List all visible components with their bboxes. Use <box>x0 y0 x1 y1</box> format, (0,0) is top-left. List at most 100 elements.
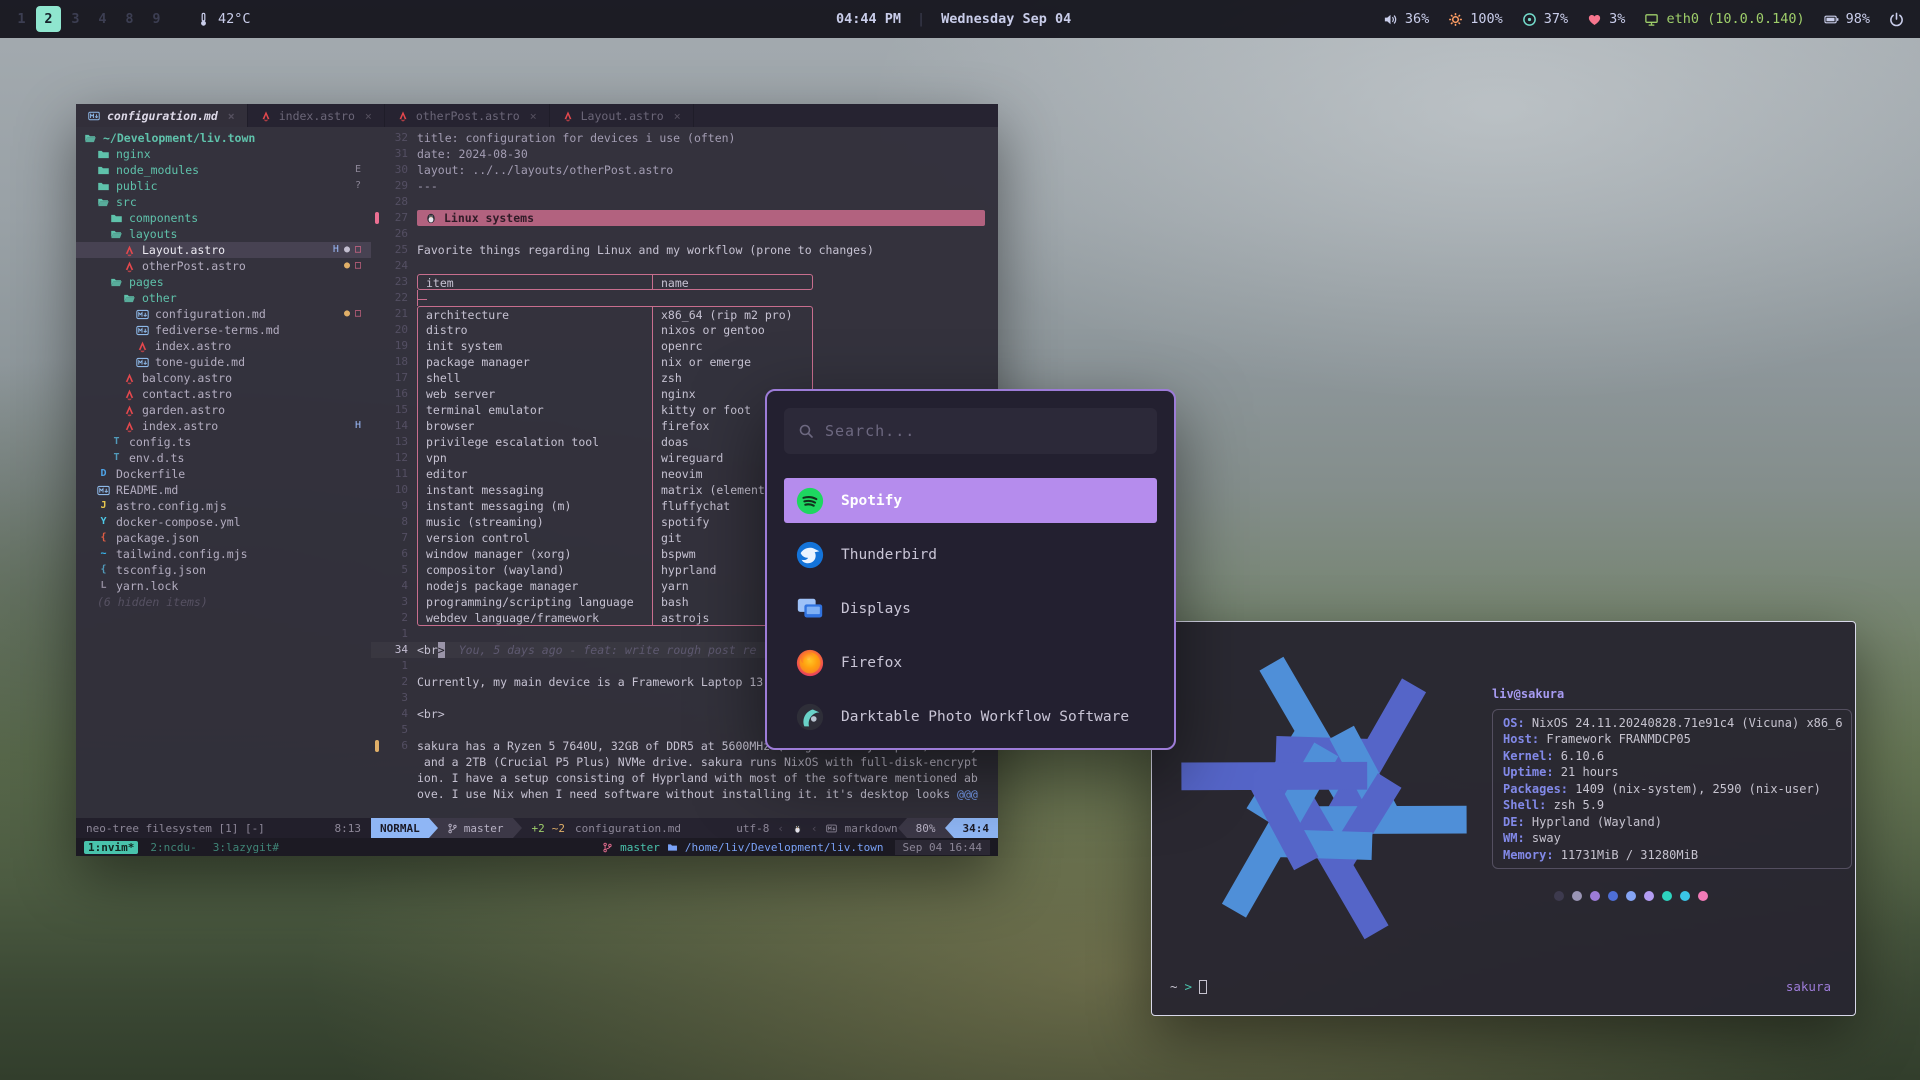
tree-item-contact.astro[interactable]: contact.astro <box>76 386 371 402</box>
launcher-item-Darktable Photo Workflow Software[interactable]: Darktable Photo Workflow Software <box>784 694 1157 739</box>
fetch-info-row: Uptime: 21 hours <box>1503 764 1841 781</box>
fetch-terminal[interactable]: liv@sakura OS: NixOS 24.11.20240828.71e9… <box>1151 621 1856 1016</box>
app-launcher: Spotify Thunderbird Displays Firefox Darktab… <box>765 389 1176 750</box>
workspace-3[interactable]: 3 <box>63 6 88 32</box>
cpu-module[interactable]: 100% <box>1448 11 1503 27</box>
power-button[interactable] <box>1889 12 1904 27</box>
thermometer-icon <box>196 12 211 27</box>
network-module[interactable]: eth0 (10.0.0.140) <box>1644 11 1804 27</box>
tree-item-docker-compose.yml[interactable]: Ydocker-compose.yml <box>76 514 371 530</box>
tree-item-otherPost.astro[interactable]: otherPost.astro●□ <box>76 258 371 274</box>
workspace-1[interactable]: 1 <box>9 6 34 32</box>
tree-item-yarn.lock[interactable]: Lyarn.lock <box>76 578 371 594</box>
workspace-9[interactable]: 9 <box>144 6 169 32</box>
tree-item-public[interactable]: public? <box>76 178 371 194</box>
launcher-item-Firefox[interactable]: Firefox <box>784 640 1157 685</box>
tree-item-other[interactable]: other <box>76 290 371 306</box>
tree-item-astro.config.mjs[interactable]: Jastro.config.mjs <box>76 498 371 514</box>
tree-item-package.json[interactable]: {package.json <box>76 530 371 546</box>
git-status-markers: E <box>355 162 371 178</box>
fetch-info-row: Packages: 1409 (nix-system), 2590 (nix-u… <box>1503 781 1841 798</box>
tmux-window-1:nvim*[interactable]: 1:nvim* <box>84 841 138 854</box>
tab-close-icon[interactable]: × <box>365 109 372 123</box>
tree-item-tailwind.config.mjs[interactable]: ~tailwind.config.mjs <box>76 546 371 562</box>
tree-item-Dockerfile[interactable]: DDockerfile <box>76 466 371 482</box>
tree-item-index.astro[interactable]: index.astroH <box>76 418 371 434</box>
tab-index.astro[interactable]: index.astro× <box>248 104 385 127</box>
tree-item-src[interactable]: src <box>76 194 371 210</box>
tree-item-components[interactable]: components <box>76 210 371 226</box>
fetch-info-row: DE: Hyprland (Wayland) <box>1503 814 1841 831</box>
memory-module[interactable]: 37% <box>1522 11 1568 27</box>
branch-icon <box>602 842 613 853</box>
search-box[interactable] <box>784 408 1157 454</box>
tree-item-env.d.ts[interactable]: Tenv.d.ts <box>76 450 371 466</box>
tree-item-Layout.astro[interactable]: Layout.astroH●□ <box>76 242 371 258</box>
astro-icon <box>123 420 136 433</box>
branch-icon <box>447 823 458 834</box>
tree-item-layouts[interactable]: layouts <box>76 226 371 242</box>
tmux-window-3:lazygit#[interactable]: 3:lazygit# <box>209 841 283 854</box>
buffer-line: 26 <box>371 226 998 242</box>
md-table-cell: terminal emulator <box>417 402 653 418</box>
fetch-info-box: OS: NixOS 24.11.20240828.71e91c4 (Vicuna… <box>1492 709 1852 870</box>
temperature-module[interactable]: 42°C <box>196 11 251 27</box>
volume-module[interactable]: 36% <box>1383 11 1429 27</box>
cursor-position: 34:4 <box>954 818 999 838</box>
tab-configuration.md[interactable]: configuration.md× <box>76 104 248 127</box>
buffer-line: 21architecturex86_64 (rip m2 pro) <box>371 306 998 322</box>
launcher-item-Displays[interactable]: Displays <box>784 586 1157 631</box>
tree-item-tone-guide.md[interactable]: tone-guide.md <box>76 354 371 370</box>
folder-open-icon <box>123 292 136 305</box>
tab-close-icon[interactable]: × <box>228 109 235 123</box>
tree-item-nginx[interactable]: nginx <box>76 146 371 162</box>
workspace-4[interactable]: 4 <box>90 6 115 32</box>
buffer-line: 28 <box>371 194 998 210</box>
search-input[interactable] <box>825 422 1143 440</box>
power-icon <box>1889 12 1904 27</box>
statusline-separator: ‹ <box>777 822 784 835</box>
git-blame-annotation: You, 5 days ago - feat: write rough post… <box>459 642 757 658</box>
md-table-cell: openrc <box>653 338 813 354</box>
load-module[interactable]: 3% <box>1587 11 1625 27</box>
file-tree[interactable]: ~/Development/liv.townnginxnode_modulesE… <box>76 127 371 818</box>
tree-root[interactable]: ~/Development/liv.town <box>76 130 371 146</box>
folder-open-icon <box>97 196 110 209</box>
tab-Layout.astro[interactable]: Layout.astro× <box>550 104 694 127</box>
volume-icon <box>1383 12 1398 27</box>
launcher-item-label: Darktable Photo Workflow Software <box>841 709 1129 725</box>
markdown-file-icon <box>136 308 149 321</box>
tree-item-garden.astro[interactable]: garden.astro <box>76 402 371 418</box>
battery-module[interactable]: 98% <box>1824 11 1870 27</box>
tree-item-README.md[interactable]: README.md <box>76 482 371 498</box>
folder-icon <box>97 148 110 161</box>
neotree-statusline: neo-tree filesystem [1] [-] 8:13 <box>76 818 371 838</box>
tree-item-config.ts[interactable]: Tconfig.ts <box>76 434 371 450</box>
tree-item-index.astro[interactable]: index.astro <box>76 338 371 354</box>
tree-item-balcony.astro[interactable]: balcony.astro <box>76 370 371 386</box>
tree-item-pages[interactable]: pages <box>76 274 371 290</box>
tmux-window-2:ncdu-[interactable]: 2:ncdu- <box>146 841 200 854</box>
workspaces: 123489 <box>8 6 170 32</box>
tab-close-icon[interactable]: × <box>674 109 681 123</box>
launcher-item-Thunderbird[interactable]: Thunderbird <box>784 532 1157 577</box>
git-status-markers: ●□ <box>344 258 371 274</box>
workspace-8[interactable]: 8 <box>117 6 142 32</box>
fetch-info-row: Shell: zsh 5.9 <box>1503 797 1841 814</box>
buffer-line: 29--- <box>371 178 998 194</box>
file-icon: ~ <box>97 546 110 562</box>
tab-close-icon[interactable]: × <box>530 109 537 123</box>
file-icon: T <box>110 434 123 450</box>
tree-item-fediverse-terms.md[interactable]: fediverse-terms.md <box>76 322 371 338</box>
workspace-2[interactable]: 2 <box>36 6 61 32</box>
md-table-cell: shell <box>417 370 653 386</box>
file-icon: { <box>97 530 110 546</box>
tree-item-node_modules[interactable]: node_modulesE <box>76 162 371 178</box>
md-table-cell: package manager <box>417 354 653 370</box>
md-table-cell: web server <box>417 386 653 402</box>
tab-otherPost.astro[interactable]: otherPost.astro× <box>385 104 550 127</box>
mode-indicator: NORMAL <box>371 818 429 838</box>
launcher-item-Spotify[interactable]: Spotify <box>784 478 1157 523</box>
tree-item-tsconfig.json[interactable]: {tsconfig.json <box>76 562 371 578</box>
tree-item-configuration.md[interactable]: configuration.md●□ <box>76 306 371 322</box>
